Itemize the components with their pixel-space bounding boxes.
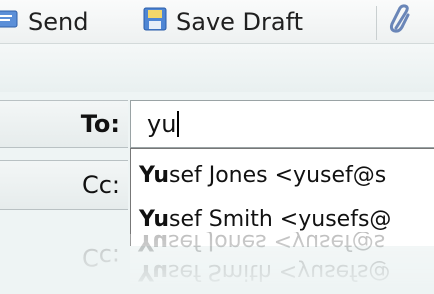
send-label: Send bbox=[28, 8, 89, 36]
autocomplete-rest: sef Smith <yusefs@ bbox=[169, 206, 392, 232]
autocomplete-match: Yu bbox=[139, 206, 169, 232]
cc-label: Cc: bbox=[0, 160, 128, 210]
autocomplete-rest: sef Jones <yusef@s bbox=[169, 162, 387, 188]
reflection-cc: Cc: bbox=[0, 232, 128, 282]
toolbar: Send Save Draft bbox=[0, 0, 434, 44]
reflection: Yu sef Smith <yusefs@ Yu sef Jones <yusef@… bbox=[0, 232, 434, 294]
to-input[interactable]: yu bbox=[130, 100, 434, 148]
save-icon bbox=[142, 6, 168, 38]
reflection-item: Yu sef Jones <yusef@s bbox=[130, 232, 434, 264]
save-draft-label: Save Draft bbox=[176, 8, 304, 36]
reflection-match: Yu bbox=[138, 232, 168, 255]
autocomplete-match: Yu bbox=[139, 162, 169, 188]
paperclip-icon bbox=[388, 4, 414, 40]
send-button[interactable]: Send bbox=[0, 0, 88, 44]
send-icon bbox=[0, 8, 20, 36]
cc-label-text: Cc: bbox=[81, 171, 120, 199]
to-input-value: yu bbox=[147, 110, 177, 138]
reflection-inner: Yu sef Smith <yusefs@ Yu sef Jones <yusef@… bbox=[0, 232, 434, 294]
to-label-text: To: bbox=[80, 110, 120, 138]
autocomplete-item[interactable]: Yu sef Jones <yusef@s bbox=[131, 153, 434, 197]
save-draft-button[interactable]: Save Draft bbox=[142, 0, 303, 44]
text-caret bbox=[177, 111, 180, 137]
attach-button[interactable] bbox=[384, 0, 418, 44]
reflection-dropdown: Yu sef Smith <yusefs@ Yu sef Jones <yusef@… bbox=[130, 232, 434, 294]
reflection-cc-text: Cc: bbox=[81, 243, 120, 271]
toolbar-separator bbox=[376, 6, 377, 40]
reflection-rest: sef Jones <yusef@s bbox=[168, 232, 386, 255]
compose-header-top bbox=[0, 44, 434, 92]
to-label: To: bbox=[0, 100, 128, 148]
